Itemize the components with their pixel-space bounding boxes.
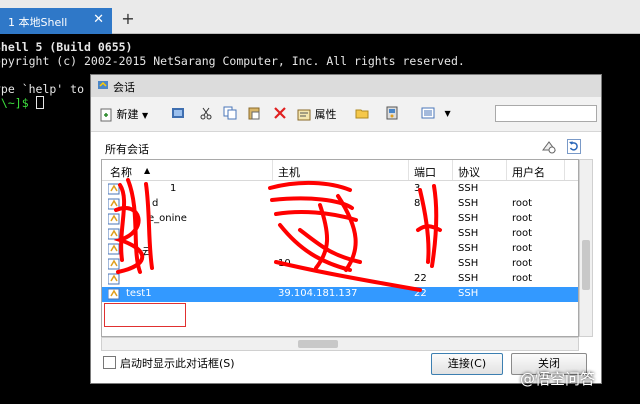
properties-label: 属性 <box>314 108 337 121</box>
session-settings-icon[interactable] <box>385 106 399 120</box>
session-icon <box>108 273 120 285</box>
vertical-scrollbar[interactable] <box>579 159 593 337</box>
new-button[interactable]: 新建 ▼ <box>99 106 148 122</box>
table-row[interactable]: 10. SSH root <box>102 257 578 272</box>
session-user: root <box>512 243 533 254</box>
session-user: root <box>512 228 533 239</box>
scroll-thumb[interactable] <box>298 340 338 348</box>
properties-icon <box>297 109 311 121</box>
table-row[interactable]: 1 3 SSH <box>102 182 578 197</box>
session-protocol: SSH <box>458 258 479 269</box>
watermark: @悟空问答 <box>520 370 596 388</box>
list-header: 名称 ▲ 主机 端口 协议 用户名 <box>102 160 578 181</box>
terminal-line: Shell 5 (Build 0655) <box>0 40 133 54</box>
table-row-selected[interactable]: test1 39.104.181.137 22 SSH <box>102 287 578 302</box>
session-icon <box>108 183 120 195</box>
session-icon <box>108 213 120 225</box>
connect-button[interactable]: 连接(C) <box>431 353 503 375</box>
terminal-prompt-line: :\~]$ <box>0 96 44 111</box>
column-port[interactable]: 端口 <box>414 164 436 180</box>
terminal-line: opyright (c) 2002-2015 NetSarang Compute… <box>0 54 465 68</box>
session-icon <box>108 228 120 240</box>
session-protocol: SSH <box>458 273 479 284</box>
chevron-down-icon[interactable]: ▼ <box>142 111 148 120</box>
paste-icon[interactable] <box>247 106 261 120</box>
table-row[interactable]: d 8 SSH root <box>102 197 578 212</box>
view-button[interactable]: ▼ <box>421 106 451 122</box>
cursor <box>35 96 44 109</box>
checkbox-label: 启动时显示此对话框(S) <box>120 357 235 370</box>
table-row[interactable]: 22 SSH root <box>102 272 578 287</box>
session-host: 39.104.181.137 <box>278 288 358 299</box>
session-dialog: 会话 新建 ▼ 属性 ▼ 所有会话 名称 ▲ 主机 端口 协议 用户名 1 3 … <box>90 74 602 384</box>
session-name: test1 <box>126 288 152 299</box>
dialog-titlebar[interactable]: 会话 <box>91 75 601 97</box>
copy-icon[interactable] <box>223 106 237 120</box>
column-name[interactable]: 名称 <box>110 164 132 180</box>
scroll-thumb[interactable] <box>582 240 590 290</box>
prompt-text: :\~]$ <box>0 96 29 110</box>
column-user[interactable]: 用户名 <box>512 164 545 180</box>
checkbox[interactable] <box>103 356 116 369</box>
table-row[interactable]: SSH root <box>102 227 578 242</box>
session-icon <box>108 198 120 210</box>
dialog-toolbar: 新建 ▼ 属性 ▼ <box>91 97 601 132</box>
session-icon <box>98 81 108 89</box>
session-port: 3 <box>414 183 421 194</box>
add-tab-button[interactable]: + <box>118 10 138 30</box>
path-label: 所有会话 <box>105 143 149 156</box>
new-session-icon <box>100 108 112 122</box>
session-icon <box>108 258 120 270</box>
delete-icon[interactable] <box>273 106 287 120</box>
startup-checkbox[interactable]: 启动时显示此对话框(S) <box>103 355 235 371</box>
dialog-title: 会话 <box>113 81 135 94</box>
session-user: root <box>512 273 533 284</box>
bookmark-icon[interactable] <box>541 140 557 154</box>
horizontal-scrollbar[interactable] <box>101 337 579 351</box>
sort-asc-icon: ▲ <box>144 166 151 175</box>
refresh-icon[interactable] <box>567 139 581 154</box>
session-protocol: SSH <box>458 243 479 254</box>
session-name: 云 <box>142 247 152 258</box>
session-name: d <box>152 198 159 209</box>
properties-button[interactable]: 属性 <box>297 106 337 122</box>
session-port: 8 <box>414 198 421 209</box>
session-name: 1 <box>170 183 177 194</box>
session-port: 22 <box>414 288 427 299</box>
session-port: 22 <box>414 273 427 284</box>
session-user: root <box>512 213 533 224</box>
terminal-line: ype `help' to l <box>0 82 98 96</box>
list-view-icon <box>421 107 435 119</box>
session-protocol: SSH <box>458 213 479 224</box>
highlight-box <box>104 303 186 327</box>
cut-icon[interactable] <box>199 106 213 120</box>
search-input[interactable] <box>495 105 597 122</box>
table-row[interactable]: e_onine SSH root <box>102 212 578 227</box>
tab-bar: 1 本地Shell ✕ + <box>0 0 640 34</box>
session-host: 10. <box>278 258 294 269</box>
tab-local-shell[interactable]: 1 本地Shell ✕ <box>0 8 112 34</box>
folder-icon[interactable] <box>355 106 369 120</box>
session-protocol: SSH <box>458 228 479 239</box>
tab-label: 1 本地Shell <box>8 16 68 29</box>
new-label: 新建 <box>116 108 139 121</box>
session-user: root <box>512 198 533 209</box>
session-protocol: SSH <box>458 198 479 209</box>
session-protocol: SSH <box>458 183 479 194</box>
folder-tree-icon[interactable] <box>171 106 185 120</box>
session-name: e_onine <box>148 213 187 224</box>
session-user: root <box>512 258 533 269</box>
chevron-down-icon[interactable]: ▼ <box>445 109 451 118</box>
column-host[interactable]: 主机 <box>278 164 300 180</box>
path-bar: 所有会话 <box>101 137 591 157</box>
session-protocol: SSH <box>458 288 479 299</box>
session-icon <box>108 243 120 255</box>
table-row[interactable]: 云 SSH root <box>102 242 578 258</box>
column-protocol[interactable]: 协议 <box>458 164 480 180</box>
session-icon <box>108 288 120 300</box>
close-icon[interactable]: ✕ <box>93 12 104 27</box>
